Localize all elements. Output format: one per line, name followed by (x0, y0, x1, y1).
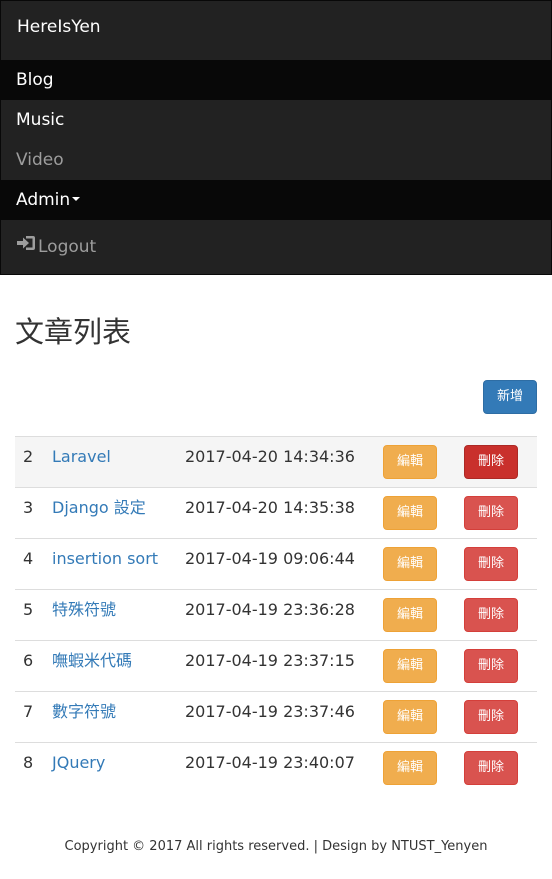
edit-button[interactable]: 編輯 (383, 445, 437, 479)
article-title-link[interactable]: 特殊符號 (52, 590, 116, 630)
edit-button[interactable]: 編輯 (383, 547, 437, 581)
table-row: 4 insertion sort 2017-04-19 09:06:44 編輯 … (15, 538, 537, 589)
nav-item-label: Admin (16, 190, 71, 210)
table-row: 6 嘸蝦米代碼 2017-04-19 23:37:15 編輯 刪除 (15, 640, 537, 691)
nav-item-logout[interactable]: Logout (1, 227, 551, 267)
delete-button[interactable]: 刪除 (464, 598, 518, 632)
table-row: 7 數字符號 2017-04-19 23:37:46 編輯 刪除 (15, 691, 537, 742)
delete-button[interactable]: 刪除 (464, 649, 518, 683)
delete-button[interactable]: 刪除 (464, 547, 518, 581)
edit-button[interactable]: 編輯 (383, 700, 437, 734)
nav-item-label: Logout (38, 237, 97, 257)
delete-button[interactable]: 刪除 (464, 751, 518, 785)
delete-button[interactable]: 刪除 (464, 445, 518, 479)
nav-item-label: Music (16, 110, 65, 130)
nav-item-video[interactable]: Video (1, 140, 551, 180)
row-timestamp: 2017-04-19 23:36:28 (185, 600, 355, 619)
nav-item-label: Blog (16, 70, 54, 90)
row-id: 3 (23, 498, 34, 517)
row-id: 5 (23, 600, 34, 619)
table-row: 2 Laravel 2017-04-20 14:34:36 編輯 刪除 (15, 436, 537, 487)
article-title-link[interactable]: 嘸蝦米代碼 (52, 641, 132, 681)
row-id: 7 (23, 702, 34, 721)
nav-item-label: Video (16, 150, 64, 170)
edit-button[interactable]: 編輯 (383, 598, 437, 632)
log-in-icon (16, 226, 36, 266)
footer-copyright: Copyright © 2017 All rights reserved. | … (64, 839, 488, 854)
row-id: 2 (23, 447, 34, 466)
row-timestamp: 2017-04-19 23:37:15 (185, 651, 355, 670)
nav-item-admin-dropdown[interactable]: Admin (1, 180, 551, 220)
delete-button[interactable]: 刪除 (464, 496, 518, 530)
nav-item-music[interactable]: Music (1, 100, 551, 140)
edit-button[interactable]: 編輯 (383, 751, 437, 785)
article-title-link[interactable]: JQuery (52, 743, 105, 783)
table-row: 8 JQuery 2017-04-19 23:40:07 編輯 刪除 (15, 742, 537, 793)
row-id: 4 (23, 549, 34, 568)
navbar-brand[interactable]: HereIsYen (17, 15, 101, 39)
row-timestamp: 2017-04-19 23:40:07 (185, 753, 355, 772)
article-title-link[interactable]: Laravel (52, 437, 111, 477)
row-timestamp: 2017-04-19 09:06:44 (185, 549, 355, 568)
row-timestamp: 2017-04-19 23:37:46 (185, 702, 355, 721)
delete-button[interactable]: 刪除 (464, 700, 518, 734)
article-title-link[interactable]: insertion sort (52, 539, 158, 579)
caret-down-icon (72, 197, 81, 201)
page-title: 文章列表 (15, 315, 132, 349)
table-row: 3 Django 設定 2017-04-20 14:35:38 編輯 刪除 (15, 487, 537, 538)
row-timestamp: 2017-04-20 14:35:38 (185, 498, 355, 517)
edit-button[interactable]: 編輯 (383, 496, 437, 530)
table-row: 5 特殊符號 2017-04-19 23:36:28 編輯 刪除 (15, 589, 537, 640)
top-navbar: HereIsYen Blog Music Video Admin Logout (0, 0, 552, 275)
footer: Copyright © 2017 All rights reserved. | … (0, 836, 552, 858)
article-title-link[interactable]: Django 設定 (52, 488, 146, 528)
edit-button[interactable]: 編輯 (383, 649, 437, 683)
add-article-button[interactable]: 新增 (483, 380, 537, 414)
row-id: 8 (23, 753, 34, 772)
row-timestamp: 2017-04-20 14:34:36 (185, 447, 355, 466)
article-title-link[interactable]: 數字符號 (52, 692, 116, 732)
row-id: 6 (23, 651, 34, 670)
nav-item-blog[interactable]: Blog (1, 60, 551, 100)
